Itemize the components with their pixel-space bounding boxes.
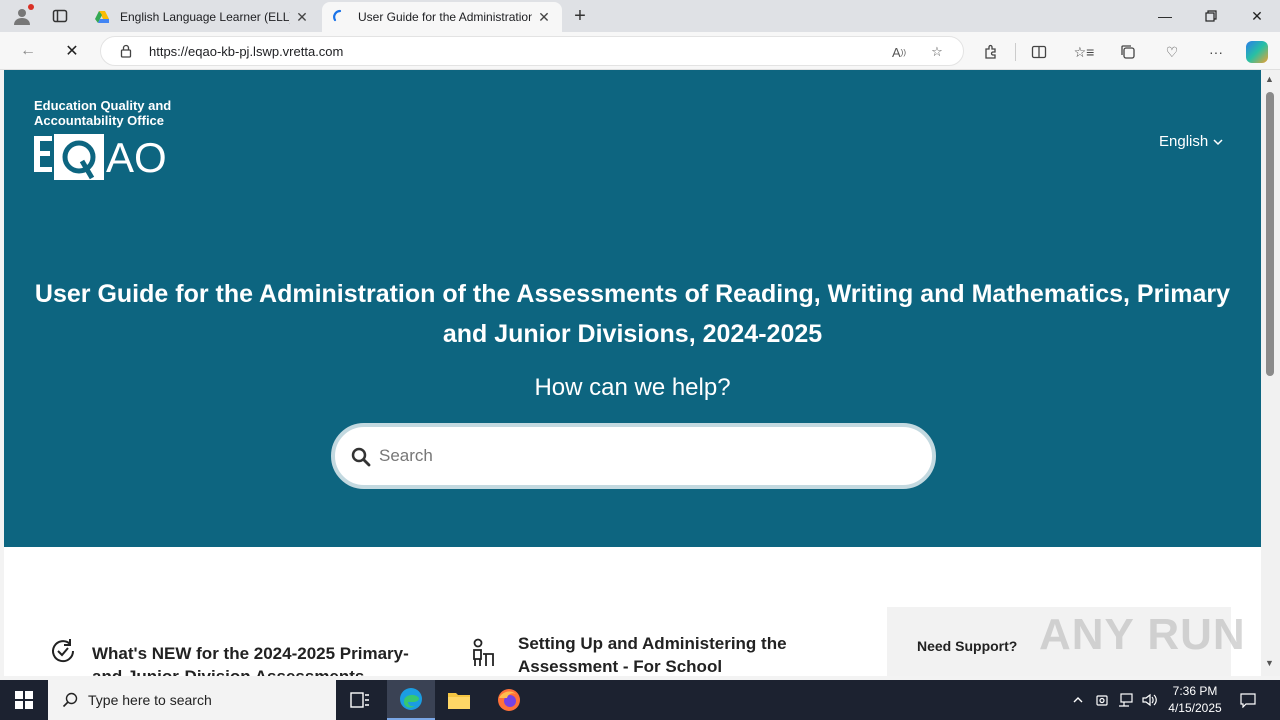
- tab-title: User Guide for the Administration: [358, 10, 532, 24]
- eqao-logo[interactable]: AO: [34, 134, 184, 182]
- restore-button[interactable]: [1188, 0, 1234, 32]
- search-icon[interactable]: [351, 447, 371, 467]
- scroll-down-arrow-icon[interactable]: ▼: [1265, 658, 1274, 668]
- tab-user-guide[interactable]: User Guide for the Administration ✕: [322, 2, 562, 32]
- taskbar-search[interactable]: Type here to search: [48, 680, 336, 720]
- volume-icon[interactable]: [1140, 680, 1160, 720]
- close-window-button[interactable]: ✕: [1234, 0, 1280, 32]
- anyrun-watermark: ANY RUN: [1039, 610, 1246, 659]
- network-icon[interactable]: [1116, 680, 1136, 720]
- windows-logo-icon: [15, 691, 33, 709]
- taskbar-search-placeholder: Type here to search: [88, 692, 212, 708]
- card-whats-new[interactable]: What's NEW for the 2024-2025 Primary- an…: [48, 636, 428, 676]
- browser-essentials-icon[interactable]: ♡: [1161, 41, 1183, 63]
- chevron-down-icon: [1213, 138, 1223, 145]
- hero-banner: Education Quality and Accountability Off…: [4, 70, 1261, 547]
- toolbar-divider: [1015, 43, 1016, 61]
- person-desk-icon: [473, 638, 494, 666]
- favorite-star-icon[interactable]: ☆: [927, 42, 947, 62]
- card-setting-up[interactable]: Setting Up and Administering the Assessm…: [470, 632, 800, 676]
- system-clock[interactable]: 7:36 PM 4/15/2025: [1160, 683, 1230, 717]
- task-view-icon[interactable]: [336, 680, 384, 720]
- browser-tab-bar: English Language Learner (ELL) P ✕ User …: [0, 0, 1280, 32]
- close-tab-icon[interactable]: ✕: [536, 9, 552, 26]
- scroll-up-arrow-icon[interactable]: ▲: [1265, 74, 1274, 84]
- url-text[interactable]: https://eqao-kb-pj.lswp.vretta.com: [149, 44, 343, 59]
- settings-more-icon[interactable]: ···: [1205, 41, 1227, 63]
- file-explorer-icon[interactable]: [435, 680, 483, 720]
- clock-date: 4/15/2025: [1168, 701, 1222, 715]
- tab-actions-icon[interactable]: [48, 4, 72, 28]
- scroll-thumb[interactable]: [1266, 92, 1274, 376]
- read-aloud-icon[interactable]: A)): [889, 42, 909, 62]
- profile-alert-dot: [28, 4, 34, 10]
- minimize-button[interactable]: —: [1142, 0, 1188, 32]
- card-title[interactable]: What's NEW for the 2024-2025 Primary- an…: [92, 642, 428, 676]
- web-page: Education Quality and Accountability Off…: [4, 70, 1261, 676]
- language-selector[interactable]: English: [1159, 133, 1224, 150]
- notifications-icon[interactable]: [1236, 680, 1260, 720]
- help-heading: How can we help?: [534, 374, 731, 401]
- page-title: User Guide for the Administration of the…: [34, 280, 1231, 348]
- new-tab-button[interactable]: +: [568, 4, 592, 28]
- meet-now-icon[interactable]: [1092, 680, 1112, 720]
- collections-icon[interactable]: [1117, 41, 1139, 63]
- tab-ell[interactable]: English Language Learner (ELL) P ✕: [84, 2, 320, 32]
- svg-text:AO: AO: [106, 134, 167, 181]
- language-label: English: [1159, 133, 1209, 150]
- address-bar[interactable]: https://eqao-kb-pj.lswp.vretta.com A)) ☆: [100, 36, 964, 66]
- support-title: Need Support?: [917, 638, 1018, 654]
- extensions-icon[interactable]: [980, 41, 1002, 63]
- stop-loading-button[interactable]: ✕: [58, 38, 86, 64]
- windows-taskbar: Type here to search 7:36 PM 4/15/2025: [0, 680, 1280, 720]
- google-drive-icon: [95, 11, 109, 23]
- search-icon: [62, 692, 78, 708]
- browser-toolbar: ← ✕ https://eqao-kb-pj.lswp.vretta.com A…: [0, 32, 1280, 70]
- loading-spinner-icon: [333, 9, 342, 22]
- clock-time: 7:36 PM: [1172, 684, 1218, 698]
- tab-title: English Language Learner (ELL) P: [120, 10, 290, 24]
- split-screen-icon[interactable]: [1028, 41, 1050, 63]
- search-input[interactable]: [379, 439, 899, 473]
- back-button[interactable]: ←: [14, 38, 42, 64]
- edge-taskbar-icon[interactable]: [387, 680, 435, 720]
- org-name: Education Quality and Accountability Off…: [34, 98, 172, 128]
- lock-icon[interactable]: [119, 44, 133, 58]
- start-button[interactable]: [0, 680, 48, 720]
- favorites-icon[interactable]: ☆≡: [1073, 41, 1095, 63]
- close-tab-icon[interactable]: ✕: [294, 9, 310, 26]
- search-box[interactable]: [331, 423, 936, 489]
- refresh-check-icon: [52, 639, 75, 663]
- card-title[interactable]: Setting Up and Administering the Assessm…: [518, 632, 800, 676]
- copilot-icon[interactable]: [1246, 41, 1268, 63]
- show-hidden-icons[interactable]: [1068, 680, 1088, 720]
- page-scrollbar[interactable]: ▲ ▼: [1261, 70, 1280, 676]
- firefox-icon[interactable]: [485, 680, 533, 720]
